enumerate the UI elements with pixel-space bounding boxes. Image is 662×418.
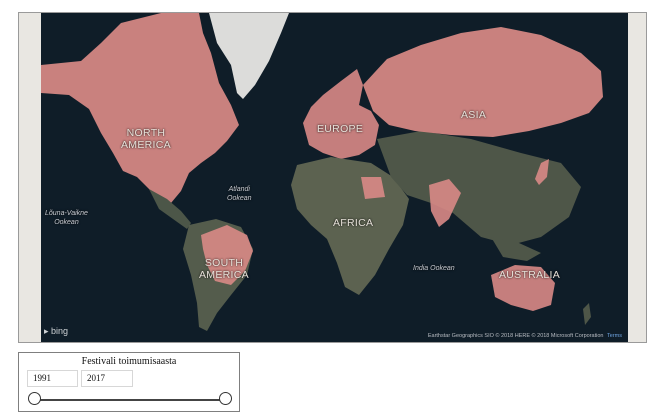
year-end-field[interactable]: 2017	[81, 370, 133, 387]
bing-icon: ▸	[44, 326, 49, 336]
terms-link[interactable]: Terms	[607, 333, 622, 339]
label-atlantic-ocean: Atlandi Ookean	[227, 186, 252, 202]
greenland[interactable]	[209, 13, 289, 99]
year-range-end-handle[interactable]	[219, 392, 232, 405]
label-pacific-ocean: Lõuna-Vaikne Ookean	[45, 210, 88, 226]
year-range-start-handle[interactable]	[28, 392, 41, 405]
map-view[interactable]: NORTH AMERICA EUROPE ASIA AFRICA SOUTH A…	[41, 13, 628, 342]
map-container[interactable]: NORTH AMERICA EUROPE ASIA AFRICA SOUTH A…	[18, 12, 647, 343]
label-south-america: SOUTH AMERICA	[199, 257, 249, 281]
world-map[interactable]	[41, 13, 628, 342]
region-north-america[interactable]	[41, 13, 239, 205]
label-australia: AUSTRALIA	[499, 269, 561, 281]
asia-land[interactable]	[377, 131, 581, 245]
filter-title: Festivali toimumisaasta	[81, 356, 177, 367]
label-africa: AFRICA	[333, 217, 374, 229]
label-europe: EUROPE	[317, 123, 364, 135]
region-egypt[interactable]	[361, 177, 385, 199]
year-start-field[interactable]: 1991	[27, 370, 78, 387]
year-filter-panel: Festivali toimumisaasta 1991 2017	[18, 352, 240, 412]
label-indian-ocean: India Ookean	[413, 265, 455, 272]
label-asia: ASIA	[461, 109, 487, 121]
label-north-america: NORTH AMERICA	[121, 127, 171, 151]
map-attribution: Earthstar Geographics SIO © 2018 HERE © …	[427, 333, 622, 339]
bing-logo[interactable]: ▸ bing	[44, 326, 68, 337]
new-zealand[interactable]	[583, 303, 591, 325]
year-range-slider-track[interactable]	[34, 399, 225, 401]
